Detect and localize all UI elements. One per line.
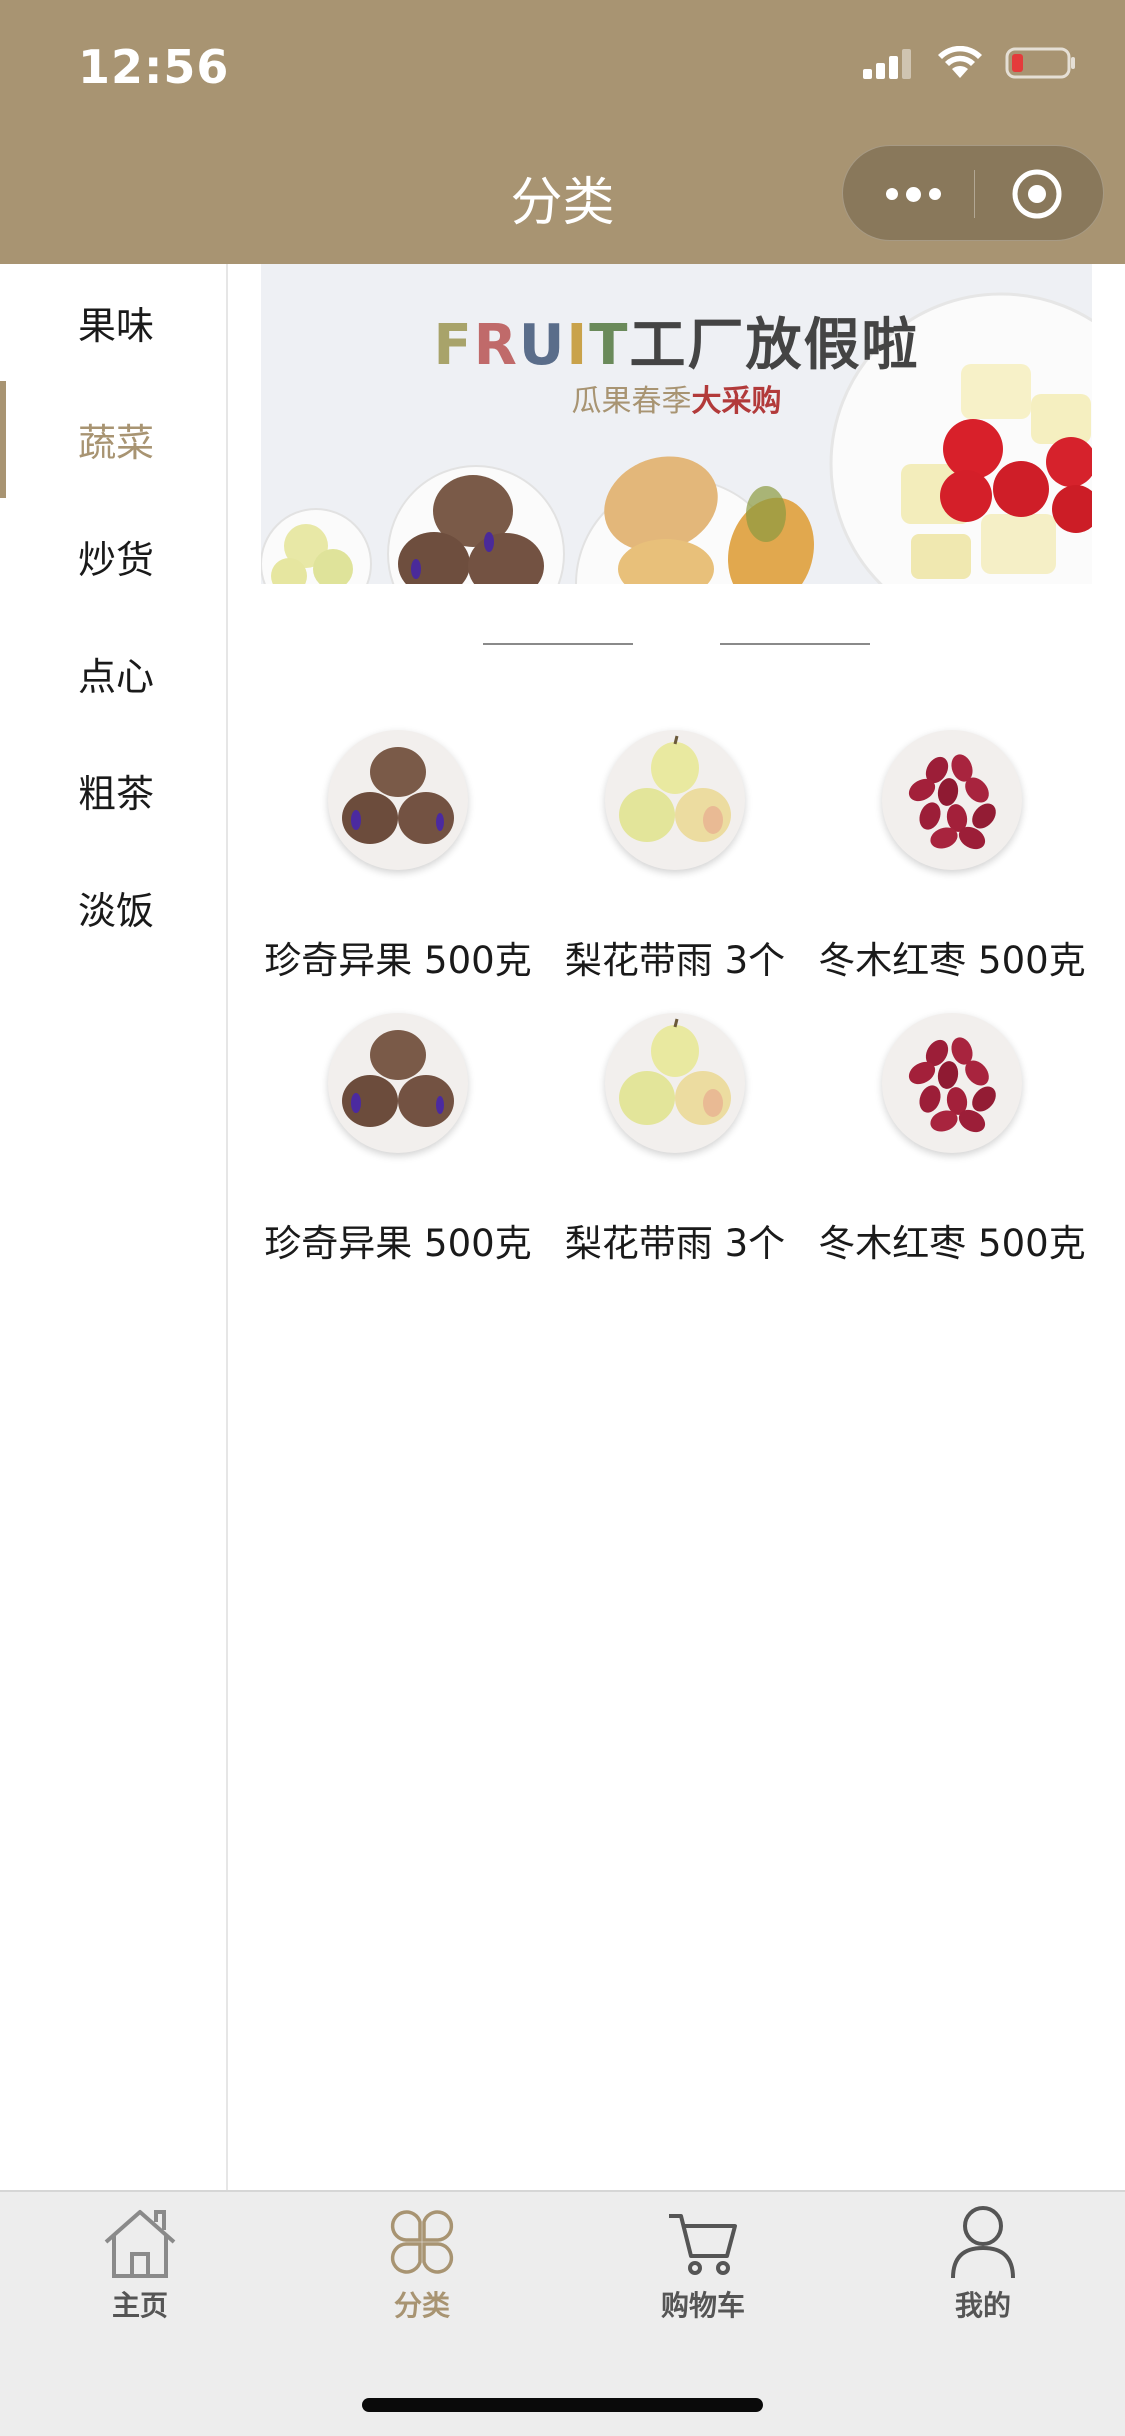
- pear-image: [605, 730, 745, 870]
- category-sidebar: 果味 蔬菜 炒货 点心 粗茶 淡饭: [0, 264, 228, 2190]
- product-name: 珍奇异果 500克: [264, 1222, 532, 1265]
- capsule-divider: [974, 170, 975, 218]
- cart-icon: [669, 2214, 737, 2275]
- home-icon: [104, 2210, 176, 2278]
- tab-label: 主页: [111, 2289, 168, 2322]
- app-header: 12:56 分类: [0, 0, 1125, 264]
- mini-program-capsule: [842, 145, 1104, 241]
- more-icon[interactable]: [881, 146, 945, 242]
- close-target-icon[interactable]: [1011, 168, 1063, 220]
- tab-home[interactable]: 主页: [50, 2204, 230, 2344]
- product-name: 珍奇异果 500克: [264, 939, 532, 982]
- tab-profile[interactable]: 我的: [893, 2204, 1073, 2344]
- status-icons: [861, 46, 1077, 80]
- tab-label: 分类: [393, 2289, 450, 2322]
- section-divider-right: [720, 643, 870, 645]
- sidebar-item-label: 炒货: [78, 538, 155, 582]
- sidebar-item-label: 果味: [78, 304, 155, 348]
- jujube-image: [882, 1013, 1022, 1153]
- sidebar-item-fruit[interactable]: 果味: [0, 264, 226, 381]
- banner-subtitle: 瓜果春季大采购: [261, 376, 1092, 420]
- sidebar-item-label: 蔬菜: [78, 421, 155, 465]
- banner-letter-t: T: [589, 313, 630, 378]
- wifi-icon: [938, 46, 982, 78]
- banner-letter-r: R: [473, 313, 519, 378]
- jujube-image: [882, 730, 1022, 870]
- sidebar-item-meals[interactable]: 淡饭: [0, 849, 226, 966]
- sidebar-item-label: 粗茶: [78, 772, 155, 816]
- section-divider-left: [483, 643, 633, 645]
- tab-category[interactable]: 分类: [332, 2204, 512, 2344]
- product-name: 梨花带雨 3个: [564, 1222, 786, 1265]
- promo-banner[interactable]: FRUIT工厂放假啦 瓜果春季大采购: [261, 264, 1092, 584]
- sidebar-item-vegetable[interactable]: 蔬菜: [0, 381, 226, 498]
- product-name: 冬木红枣 500克: [818, 939, 1086, 982]
- banner-subtitle-highlight: 大采购: [691, 384, 782, 419]
- category-icon: [390, 2210, 454, 2274]
- kiwi-image: [328, 730, 468, 870]
- status-time: 12:56: [78, 40, 230, 94]
- profile-icon: [951, 2206, 1015, 2279]
- home-indicator[interactable]: [362, 2398, 763, 2412]
- battery-icon: [1005, 47, 1075, 79]
- sidebar-item-label: 点心: [78, 655, 155, 699]
- sidebar-item-tea[interactable]: 粗茶: [0, 732, 226, 849]
- sidebar-item-label: 淡饭: [78, 889, 155, 933]
- signal-icon: [863, 49, 911, 79]
- product-name: 梨花带雨 3个: [564, 939, 786, 982]
- tab-label: 购物车: [660, 2289, 745, 2322]
- banner-letter-u: U: [518, 313, 567, 378]
- product-name: 冬木红枣 500克: [818, 1222, 1086, 1265]
- tab-label: 我的: [954, 2289, 1011, 2322]
- banner-letter-i: I: [566, 313, 590, 378]
- banner-letter-f: F: [433, 313, 474, 378]
- banner-title-rest: 工厂放假啦: [629, 313, 920, 378]
- banner-title: FRUIT工厂放假啦: [261, 300, 1092, 381]
- banner-subtitle-plain: 瓜果春季: [571, 384, 692, 419]
- sidebar-item-snacks[interactable]: 点心: [0, 615, 226, 732]
- pear-image: [605, 1013, 745, 1153]
- tab-cart[interactable]: 购物车: [613, 2204, 793, 2344]
- sidebar-item-nuts[interactable]: 炒货: [0, 498, 226, 615]
- kiwi-image: [328, 1013, 468, 1153]
